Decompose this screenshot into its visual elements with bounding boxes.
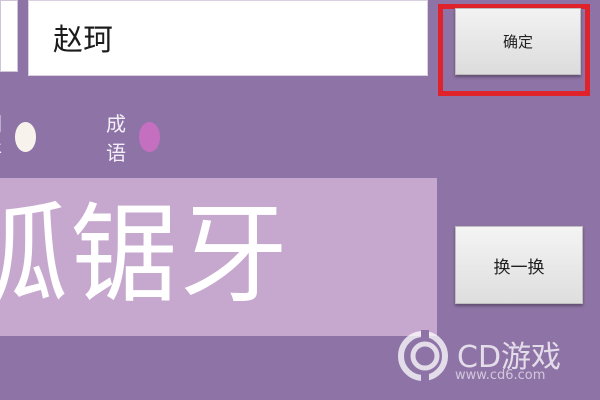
watermark: CD游戏 www.cd6.com	[395, 318, 595, 398]
mode-option-words[interactable]: 词语	[0, 108, 36, 166]
swap-button-label: 换一换	[493, 257, 545, 278]
swap-button[interactable]: 换一换	[455, 226, 583, 304]
mode-radio-words[interactable]	[14, 122, 36, 152]
word-display-box: 狐锯牙	[0, 178, 437, 336]
mode-option-idioms[interactable]: 成语	[106, 108, 160, 166]
cd-logo-icon	[398, 330, 448, 382]
confirm-button-label: 确定	[502, 33, 533, 51]
mode-label-words: 词语	[0, 108, 11, 166]
name-input[interactable]: 赵珂	[28, 0, 428, 76]
left-panel-edge	[0, 0, 18, 72]
watermark-url: www.cd6.com	[455, 368, 546, 383]
word-display-text: 狐锯牙	[0, 193, 291, 318]
mode-label-idioms: 成语	[106, 112, 126, 165]
confirm-button[interactable]: 确定	[455, 8, 581, 75]
mode-radio-idioms[interactable]	[138, 122, 160, 152]
